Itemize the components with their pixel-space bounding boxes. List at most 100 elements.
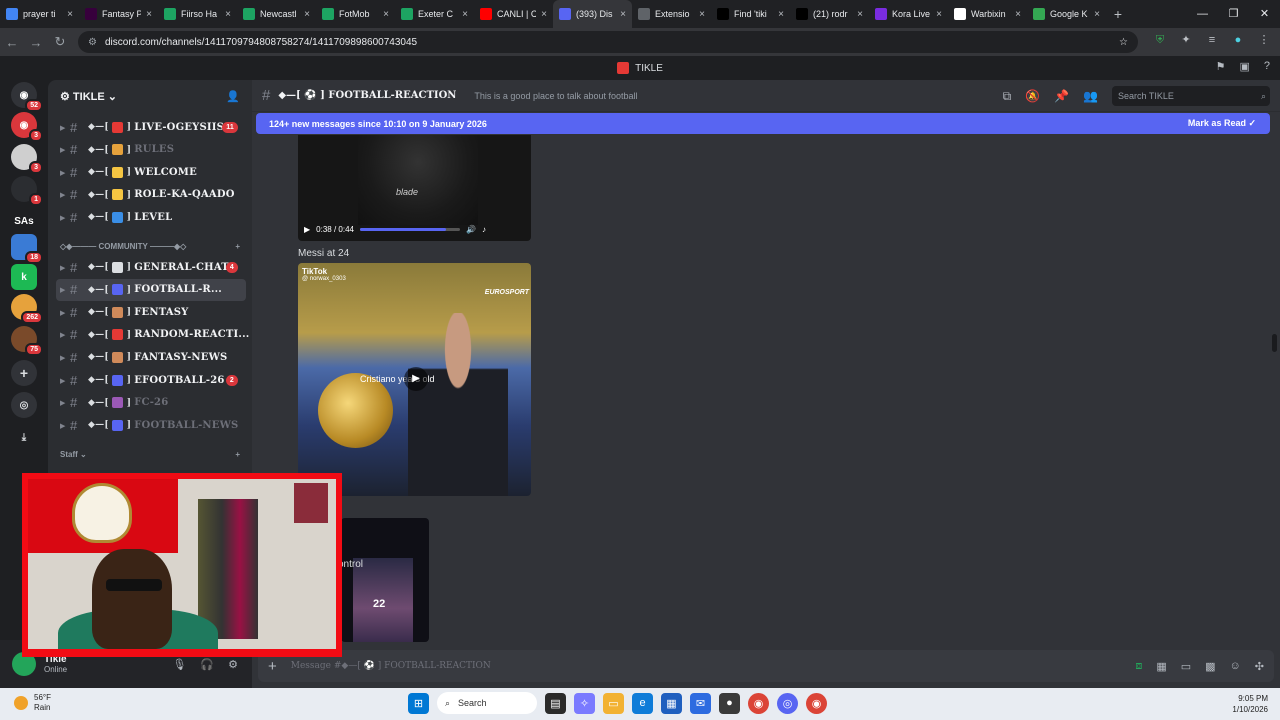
browser-tab[interactable]: Fantasy P × [79,0,158,28]
browser-tab[interactable]: FotMob × [316,0,395,28]
chrome-icon-2[interactable]: ◉ [806,692,827,714]
tab-close-icon[interactable]: × [541,9,547,20]
new-tab-button[interactable]: + [1106,6,1130,22]
server-icon-4[interactable]: 18 [11,234,43,264]
tab-close-icon[interactable]: × [699,9,705,20]
server-icon-2[interactable]: 3 [11,144,43,174]
add-channel-icon[interactable]: + [235,242,240,251]
new-messages-banner[interactable]: 124+ new messages since 10:10 on 9 Janua… [256,113,1270,134]
attach-plus-icon[interactable]: + [268,658,277,675]
volume-icon[interactable]: 🔊 [466,225,476,234]
minimize-button[interactable]: — [1187,0,1218,28]
browser-tab[interactable]: Kora Live × [869,0,948,28]
browser-tab[interactable]: Extensio × [632,0,711,28]
headphones-icon[interactable]: 🎧 [200,658,214,671]
server-icon-1[interactable]: ◉ 3 [11,112,43,142]
weather-widget[interactable]: 56°F Rain [14,693,51,713]
channel-item[interactable]: ▶ # ◆—[] FOOTBALL-NEWS [48,414,252,436]
server-header[interactable]: ⚙ TIKLE ⌄ 👤 [48,80,252,112]
message-input[interactable]: Message #◆—[ ⚽ ] FOOTBALL-REACTION [291,661,491,671]
tab-close-icon[interactable]: × [620,9,626,20]
channel-item[interactable]: ▶ # ◆—[] RULES [48,139,252,161]
threads-icon[interactable]: ⧉ [1003,89,1012,104]
message-composer[interactable]: + Message #◆—[ ⚽ ] FOOTBALL-REACTION ⧈ ▦… [258,650,1274,682]
reading-list-icon[interactable]: ≡ [1204,32,1220,48]
settings-gear-icon[interactable]: ⚙ [228,658,238,671]
category-staff[interactable]: Staff ⌄ + [60,450,240,459]
channel-item[interactable]: ▶ # ◆—[] RANDOM-REACTI... [48,324,252,346]
channel-item[interactable]: ▶ # ◆—[] EFOOTBALL-26 2 [48,369,252,391]
channel-item[interactable]: ▶ # ◆—[] FANTASY-NEWS [48,346,252,368]
browser-tab[interactable]: Fiirso Ha × [158,0,237,28]
inbox-icon[interactable]: ▣ [1239,60,1249,73]
server-icon-5[interactable]: k [11,264,37,290]
app-icon[interactable]: ● [719,692,740,714]
store-icon[interactable]: ▦ [661,692,682,714]
discover-compass-icon[interactable]: ◎ [11,392,37,418]
gift-icon[interactable]: ⧈ [1135,660,1142,673]
maximize-button[interactable]: ❐ [1218,0,1249,28]
reload-icon[interactable]: ↻ [48,34,72,50]
notifications-bell-icon[interactable]: 🔕 [1025,89,1040,103]
system-clock[interactable]: 9:05 PM 1/10/2026 [1232,693,1268,715]
site-info-icon[interactable]: ⚙ [88,37,97,48]
pin-icon[interactable]: 📌 [1054,89,1069,103]
activities-icon[interactable]: ✣ [1255,660,1264,673]
server-icon-3[interactable]: 1 [11,176,43,206]
channel-item[interactable]: ▶ # ◆—[] LIVE-OGEYSIIS 11 [48,116,252,138]
browser-tab[interactable]: Exeter C × [395,0,474,28]
channel-item[interactable]: ▶ # ◆—[] FENTASY [48,301,252,323]
video-embed-1[interactable]: blade ▶ 0:38 / 0:44 🔊 ♪ [298,135,531,241]
discord-taskbar-icon[interactable]: ◎ [777,692,798,714]
bookmark-star-icon[interactable]: ☆ [1119,37,1128,48]
browser-tab[interactable]: (21) rodr × [790,0,869,28]
category-community[interactable]: ◇◆——— COMMUNITY ———◆◇ + [60,242,240,251]
sticker-icon[interactable]: ▩ [1205,660,1215,673]
browser-tab[interactable]: Find 'tiki × [711,0,790,28]
invite-people-icon[interactable]: 👤 [226,90,240,103]
tab-close-icon[interactable]: × [936,9,942,20]
forward-icon[interactable]: → [24,35,48,50]
server-folder-sas[interactable]: SAs [11,208,37,234]
taskbar-search[interactable]: ⌕ Search [437,692,537,714]
tab-close-icon[interactable]: × [778,9,784,20]
channel-item[interactable]: ▶ # ◆—[] FOOTBALL-R... [56,278,246,301]
address-bar[interactable]: ⚙ discord.com/channels/14117097948087582… [78,31,1138,53]
progress-bar[interactable] [359,227,460,231]
tab-close-icon[interactable]: × [1094,9,1100,20]
tab-close-icon[interactable]: × [146,9,152,20]
channel-topic[interactable]: This is a good place to talk about footb… [474,91,637,101]
start-windows-icon[interactable]: ⊞ [408,692,429,714]
channel-item[interactable]: ▶ # ◆—[] WELCOME [48,161,252,183]
edge-icon[interactable]: e [632,692,653,714]
add-channel-icon[interactable]: + [235,450,240,459]
browser-tab[interactable]: Newcastl × [237,0,316,28]
browser-tab[interactable]: prayer ti × [0,0,79,28]
mail-icon[interactable]: ✉ [690,692,711,714]
microphone-icon[interactable]: 🎙 [172,658,186,671]
task-view-icon[interactable]: ▤ [545,692,566,714]
tab-close-icon[interactable]: × [857,9,863,20]
scrollbar[interactable] [1272,334,1277,352]
direct-messages-icon[interactable]: ◉ 52 [11,82,43,112]
tab-close-icon[interactable]: × [225,9,231,20]
chrome-icon[interactable]: ◉ [748,692,769,714]
flag-icon[interactable]: ⚑ [1216,60,1226,73]
help-icon[interactable]: ? [1264,60,1270,73]
menu-kebab-icon[interactable]: ⋮ [1256,32,1272,48]
browser-tab[interactable]: CANLI | C × [474,0,553,28]
profile-avatar-icon[interactable]: ● [1230,32,1246,48]
members-icon[interactable]: 👥 [1083,89,1098,103]
channel-item[interactable]: ▶ # ◆—[] LEVEL [48,206,252,228]
mark-as-read-button[interactable]: Mark as Read ✓ [1188,118,1256,129]
emoji-icon[interactable]: ☺ [1230,660,1241,673]
browser-tab[interactable]: (393) Dis × [553,0,632,28]
add-server-icon[interactable]: + [11,360,37,386]
channel-item[interactable]: ▶ # ◆—[] FC-26 [48,392,252,414]
server-icon-6[interactable]: 262 [11,294,43,324]
browser-tab[interactable]: Google K × [1027,0,1106,28]
shield-extension-icon[interactable]: ⛨ [1152,32,1168,48]
browser-tab[interactable]: Warbixin × [948,0,1027,28]
video-embed-3[interactable]: 22 [341,518,429,642]
close-window-button[interactable]: ✕ [1249,0,1280,28]
